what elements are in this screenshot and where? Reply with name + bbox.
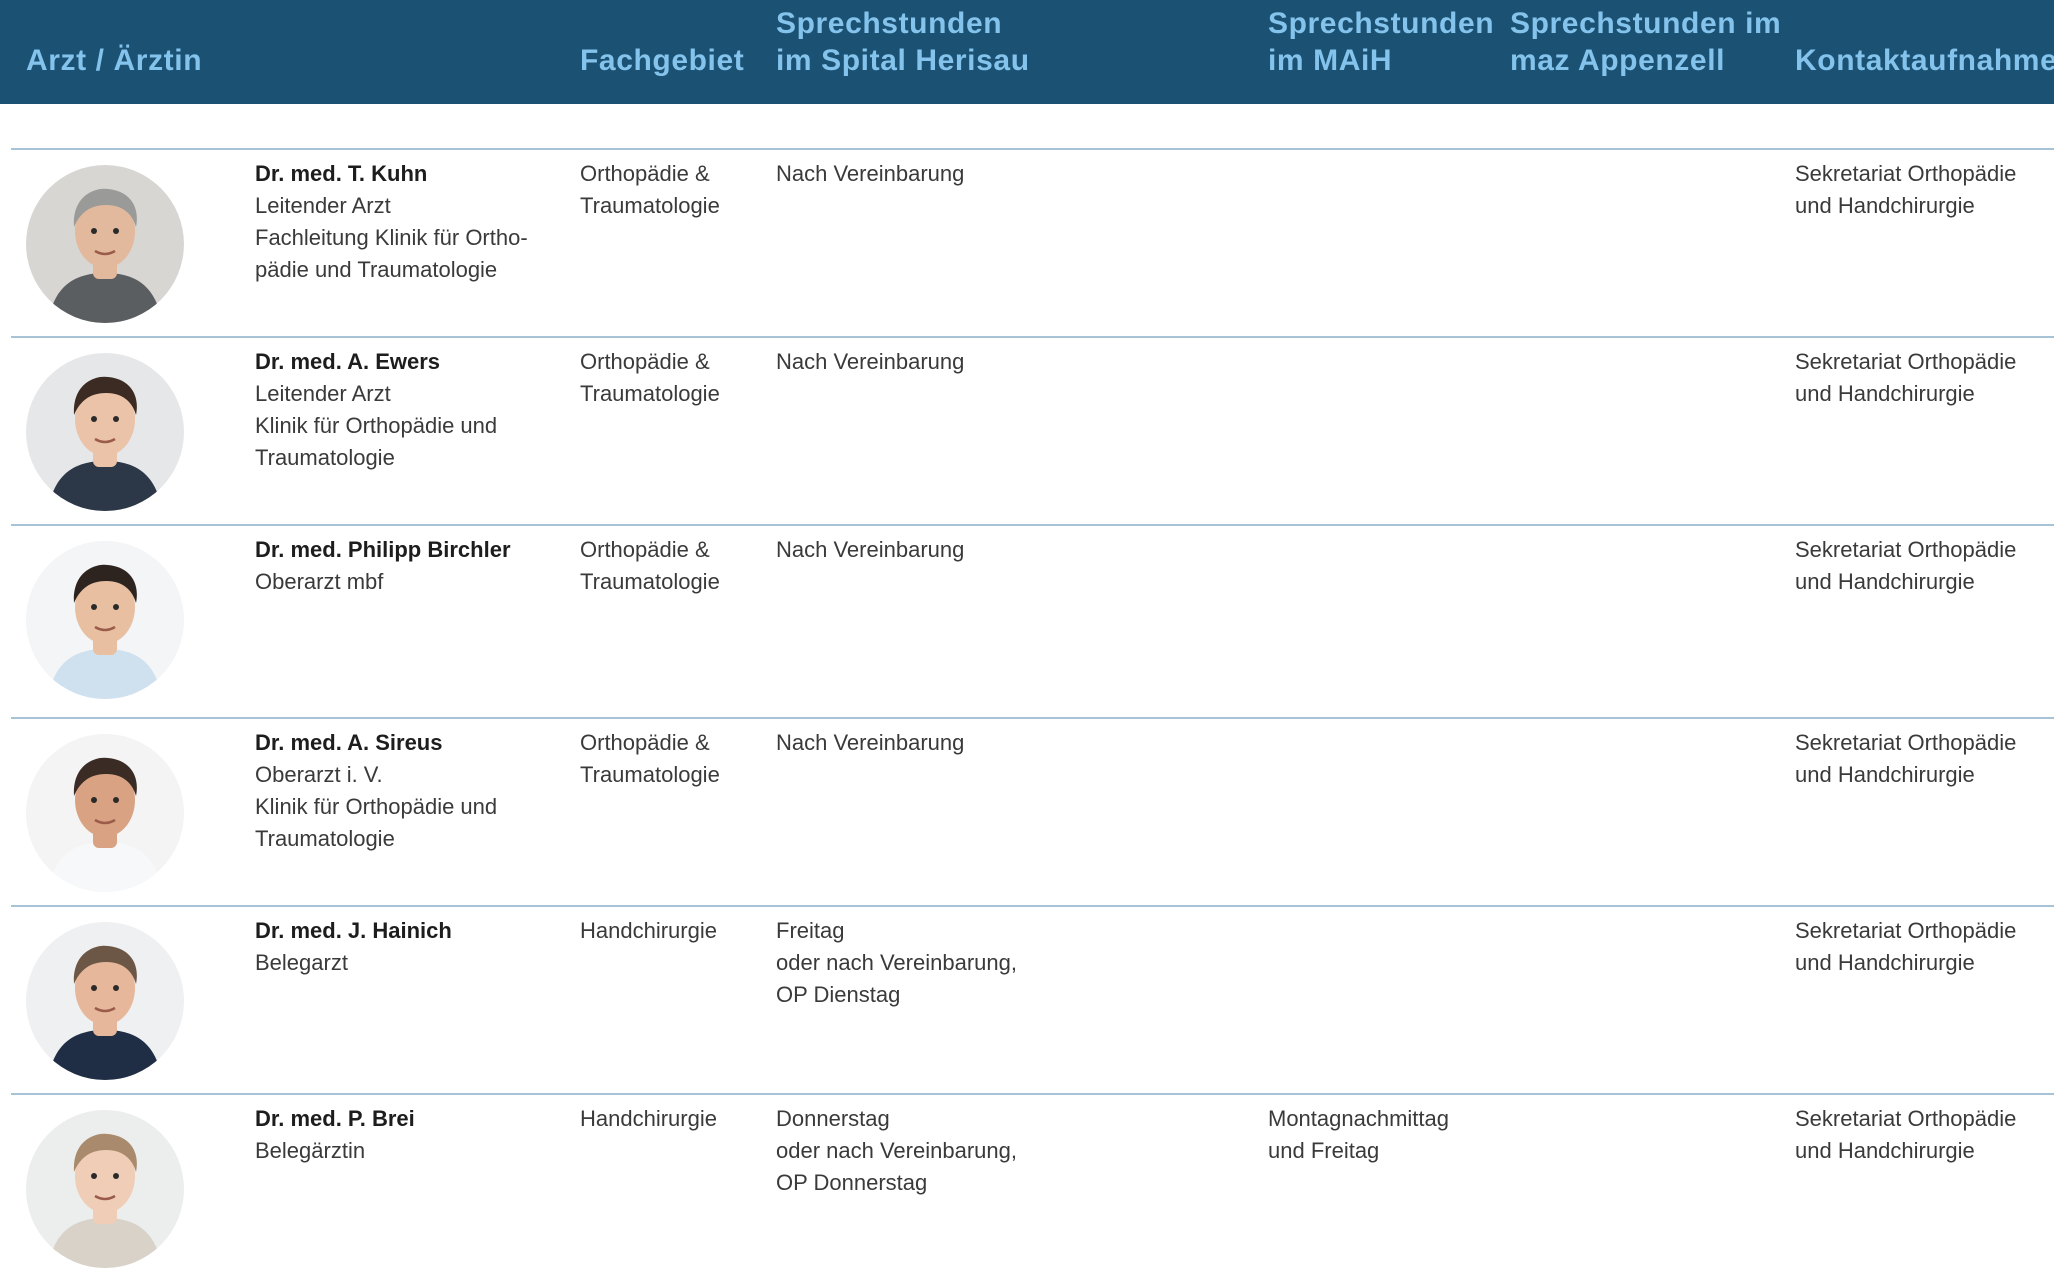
doctor-roles: Belegarzt: [255, 950, 348, 975]
fachgebiet-cell: Orthopädie & Traumatologie: [580, 161, 720, 218]
sprechstunden-maih-cell: Montagnachmittag und Freitag: [1268, 1106, 1449, 1163]
kontaktaufnahme-cell: Sekretariat Orthopädie und Handchirurgie: [1795, 730, 2017, 787]
header-sprechstunden-maih: Sprechstunden im MAiH: [1268, 7, 1495, 77]
doctor-info: Dr. med. Philipp Birchler Oberarzt mbf: [255, 534, 575, 598]
doctor-portrait: [26, 165, 184, 323]
doctor-name: Dr. med. J. Hainich: [255, 918, 452, 943]
header-sprechstunden-maz: Sprechstunden im maz Appenzell: [1510, 7, 1782, 77]
doctor-roles: Leitender Arzt Fachleitung Klinik für Or…: [255, 193, 528, 282]
doctor-portrait: [26, 922, 184, 1080]
row-divider: [11, 148, 2054, 150]
row-divider: [11, 905, 2054, 907]
fachgebiet-cell: Orthopädie & Traumatologie: [580, 537, 720, 594]
fachgebiet-cell: Handchirurgie: [580, 1106, 717, 1131]
doctor-roles: Leitender Arzt Klinik für Orthopädie und…: [255, 381, 498, 470]
doctor-portrait: [26, 541, 184, 699]
doctor-roles: Belegärztin: [255, 1138, 366, 1163]
header-fachgebiet: Fachgebiet: [580, 44, 745, 77]
row-divider: [11, 524, 2054, 526]
doctor-info: Dr. med. A. Sireus Oberarzt i. V. Klinik …: [255, 727, 575, 855]
kontaktaufnahme-cell: Sekretariat Orthopädie und Handchirurgie: [1795, 161, 2017, 218]
portrait-image: [26, 734, 184, 892]
kontaktaufnahme-cell: Sekretariat Orthopädie und Handchirurgie: [1795, 349, 2017, 406]
sprechstunden-herisau-cell: Nach Vereinbarung: [776, 730, 965, 755]
sprechstunden-herisau-cell: Nach Vereinbarung: [776, 349, 965, 374]
fachgebiet-cell: Orthopädie & Traumatologie: [580, 730, 720, 787]
doctor-name: Dr. med. P. Brei: [255, 1106, 415, 1131]
doctor-info: Dr. med. P. Brei Belegärztin: [255, 1103, 575, 1167]
doctor-name: Dr. med. Philipp Birchler: [255, 537, 511, 562]
row-divider: [11, 336, 2054, 338]
portrait-image: [26, 922, 184, 1080]
header-arzt: Arzt / Ärztin: [26, 44, 203, 77]
row-divider: [11, 717, 2054, 719]
doctor-portrait: [26, 734, 184, 892]
portrait-image: [26, 165, 184, 323]
kontaktaufnahme-cell: Sekretariat Orthopädie und Handchirurgie: [1795, 537, 2017, 594]
doctor-info: Dr. med. J. Hainich Belegarzt: [255, 915, 575, 979]
header-sprechstunden-herisau: Sprechstunden im Spital Herisau: [776, 7, 1030, 77]
sprechstunden-herisau-cell: Freitag oder nach Vereinbarung, OP Diens…: [776, 918, 1017, 1007]
doctor-info: Dr. med. T. Kuhn Leitender Arzt Fachleitu…: [255, 158, 575, 286]
fachgebiet-cell: Handchirurgie: [580, 918, 717, 943]
doctor-name: Dr. med. T. Kuhn: [255, 161, 428, 186]
doctor-portrait: [26, 353, 184, 511]
portrait-image: [26, 1110, 184, 1268]
doctor-name: Dr. med. A. Sireus: [255, 730, 443, 755]
row-divider: [11, 1093, 2054, 1095]
doctor-portrait: [26, 1110, 184, 1268]
portrait-image: [26, 353, 184, 511]
sprechstunden-herisau-cell: Nach Vereinbarung: [776, 537, 965, 562]
sprechstunden-herisau-cell: Donnerstag oder nach Vereinbarung, OP Do…: [776, 1106, 1017, 1195]
doctor-name: Dr. med. A. Ewers: [255, 349, 441, 374]
kontaktaufnahme-cell: Sekretariat Orthopädie und Handchirurgie: [1795, 918, 2017, 975]
sprechstunden-herisau-cell: Nach Vereinbarung: [776, 161, 965, 186]
doctor-roles: Oberarzt i. V. Klinik für Orthopädie und…: [255, 762, 498, 851]
kontaktaufnahme-cell: Sekretariat Orthopädie und Handchirurgie: [1795, 1106, 2017, 1163]
portrait-image: [26, 541, 184, 699]
table-header: Arzt / Ärztin Fachgebiet Sprechstunden i…: [0, 0, 2054, 104]
doctor-roles: Oberarzt mbf: [255, 569, 384, 594]
doctor-info: Dr. med. A. Ewers Leitender Arzt Klinik f…: [255, 346, 575, 474]
fachgebiet-cell: Orthopädie & Traumatologie: [580, 349, 720, 406]
header-kontaktaufnahme: Kontaktaufnahme: [1795, 44, 2054, 77]
clipped-title-fragment: [24, 0, 584, 6]
